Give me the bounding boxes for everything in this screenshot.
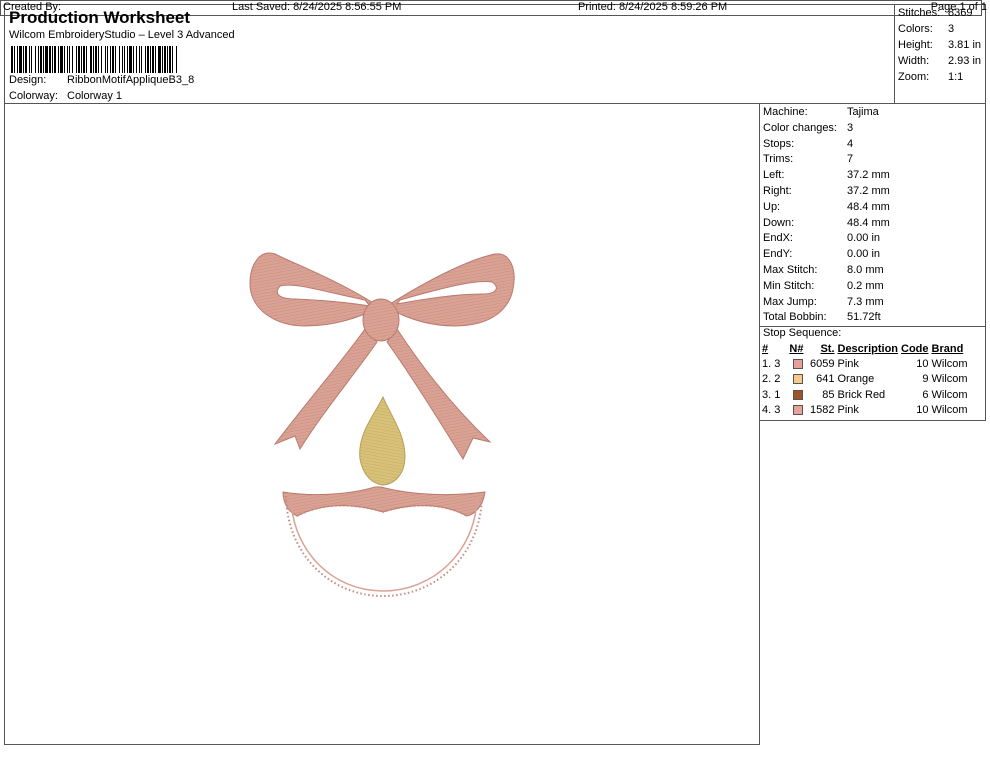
- detail-value: 3: [847, 121, 854, 134]
- design-label: Design:: [9, 74, 47, 86]
- last-saved: Last Saved: 8/24/2025 8:56:55 PM: [232, 1, 402, 13]
- detail-value: 37.2 mm: [847, 185, 890, 197]
- detail-value: 48.4 mm: [847, 216, 890, 229]
- summary-row: Colors: 3: [898, 23, 955, 35]
- detail-label: Down:: [763, 216, 795, 229]
- app-subtitle: Wilcom EmbroideryStudio – Level 3 Advanc…: [9, 29, 235, 41]
- barcode: [11, 46, 323, 73]
- worksheet-header: Production Worksheet Wilcom EmbroiderySt…: [4, 4, 895, 104]
- design-preview: [4, 103, 760, 745]
- table-row: 4. 3 1582 Pink 10 Wilcom: [762, 404, 968, 417]
- detail-row: Right: 37.2 mm: [763, 185, 890, 197]
- summary-row: Height: 3.81 in: [898, 39, 982, 51]
- details-panel: Machine: Tajima Color changes: 3 Stops: 4 Trim…: [759, 103, 986, 421]
- bow-left-loop: [249, 252, 376, 327]
- detail-value: 0.00 in: [847, 232, 881, 245]
- table-row: 2. 2 641 Orange 9 Wilcom: [762, 373, 968, 386]
- detail-value: 51.72ft: [847, 311, 881, 324]
- detail-row: EndY: 0.00 in: [763, 248, 880, 260]
- diya-top-band: [282, 486, 486, 517]
- detail-label: Right:: [763, 185, 792, 197]
- detail-value: Tajima: [847, 106, 879, 118]
- detail-row: Left: 37.2 mm: [763, 169, 890, 181]
- detail-row: Up: 48.4 mm: [763, 201, 890, 213]
- detail-row: Machine: Tajima: [763, 106, 879, 118]
- bow-knot: [362, 298, 400, 342]
- colorway-label: Colorway:: [9, 90, 58, 102]
- color-swatch: [793, 389, 804, 400]
- detail-row: Total Bobbin: 51.72ft: [763, 311, 881, 323]
- detail-value: 4: [847, 137, 854, 150]
- detail-label: Color changes:: [763, 121, 837, 134]
- detail-label: Stops:: [763, 137, 795, 150]
- stop-sequence-table: # N# St. Description Code Brand 1. 3 6059…: [762, 342, 971, 418]
- detail-label: Max Stitch:: [763, 264, 818, 276]
- bow-left-tail: [273, 328, 378, 451]
- detail-row: Trims: 7: [763, 153, 853, 165]
- page-number: Page 1 of 1: [930, 1, 987, 13]
- table-row: 3. 1 85 Brick Red 6 Wilcom: [762, 388, 968, 401]
- created-by: Created By:: [3, 1, 62, 13]
- embroidery-design-image: [249, 252, 515, 598]
- detail-label: Left:: [763, 169, 785, 182]
- detail-label: Trims:: [763, 153, 794, 166]
- detail-label: Total Bobbin:: [763, 311, 827, 324]
- color-swatch: [793, 405, 804, 416]
- stop-sequence-title: Stop Sequence:: [760, 326, 986, 339]
- detail-row: Down: 48.4 mm: [763, 217, 890, 229]
- summary-panel: Stitches: 8369 Colors: 3 Height: 3.81 in Wi…: [894, 4, 986, 104]
- detail-value: 7.3 mm: [847, 295, 884, 308]
- detail-label: EndX:: [763, 232, 793, 245]
- table-row: 1. 3 6059 Pink 10 Wilcom: [762, 357, 968, 370]
- detail-value: 37.2 mm: [847, 169, 890, 182]
- detail-value: 0.2 mm: [847, 279, 884, 292]
- detail-value: 7: [847, 153, 854, 166]
- detail-label: Machine:: [763, 106, 808, 118]
- colorway-row: Colorway: Colorway 1: [9, 90, 122, 102]
- design-value: RibbonMotifAppliqueB3_8: [67, 74, 195, 86]
- color-swatch: [793, 358, 804, 369]
- detail-label: Max Jump:: [763, 295, 817, 308]
- table-header-row: # N# St. Description Code Brand: [762, 343, 964, 355]
- detail-value: 0.00 in: [847, 248, 881, 261]
- detail-label: Min Stitch:: [763, 279, 815, 292]
- design-row: Design: RibbonMotifAppliqueB3_8: [9, 74, 194, 86]
- detail-value: 48.4 mm: [847, 200, 890, 213]
- summary-row: Zoom: 1:1: [898, 71, 964, 83]
- colorway-value: Colorway 1: [67, 90, 123, 102]
- detail-row: Max Stitch: 8.0 mm: [763, 264, 884, 276]
- detail-value: 8.0 mm: [847, 264, 884, 276]
- detail-label: EndY:: [763, 248, 793, 261]
- color-swatch: [793, 374, 804, 385]
- detail-row: Min Stitch: 0.2 mm: [763, 280, 884, 292]
- detail-row: Stops: 4: [763, 138, 853, 150]
- printed-date: Printed: 8/24/2025 8:59:26 PM: [578, 1, 728, 13]
- detail-row: Max Jump: 7.3 mm: [763, 296, 884, 308]
- detail-row: EndX: 0.00 in: [763, 232, 880, 244]
- summary-row: Width: 2.93 in: [898, 55, 982, 67]
- candle-flame: [359, 395, 406, 486]
- detail-row: Color changes: 3: [763, 122, 853, 134]
- detail-label: Up:: [763, 200, 781, 213]
- bow-right-loop: [389, 253, 515, 327]
